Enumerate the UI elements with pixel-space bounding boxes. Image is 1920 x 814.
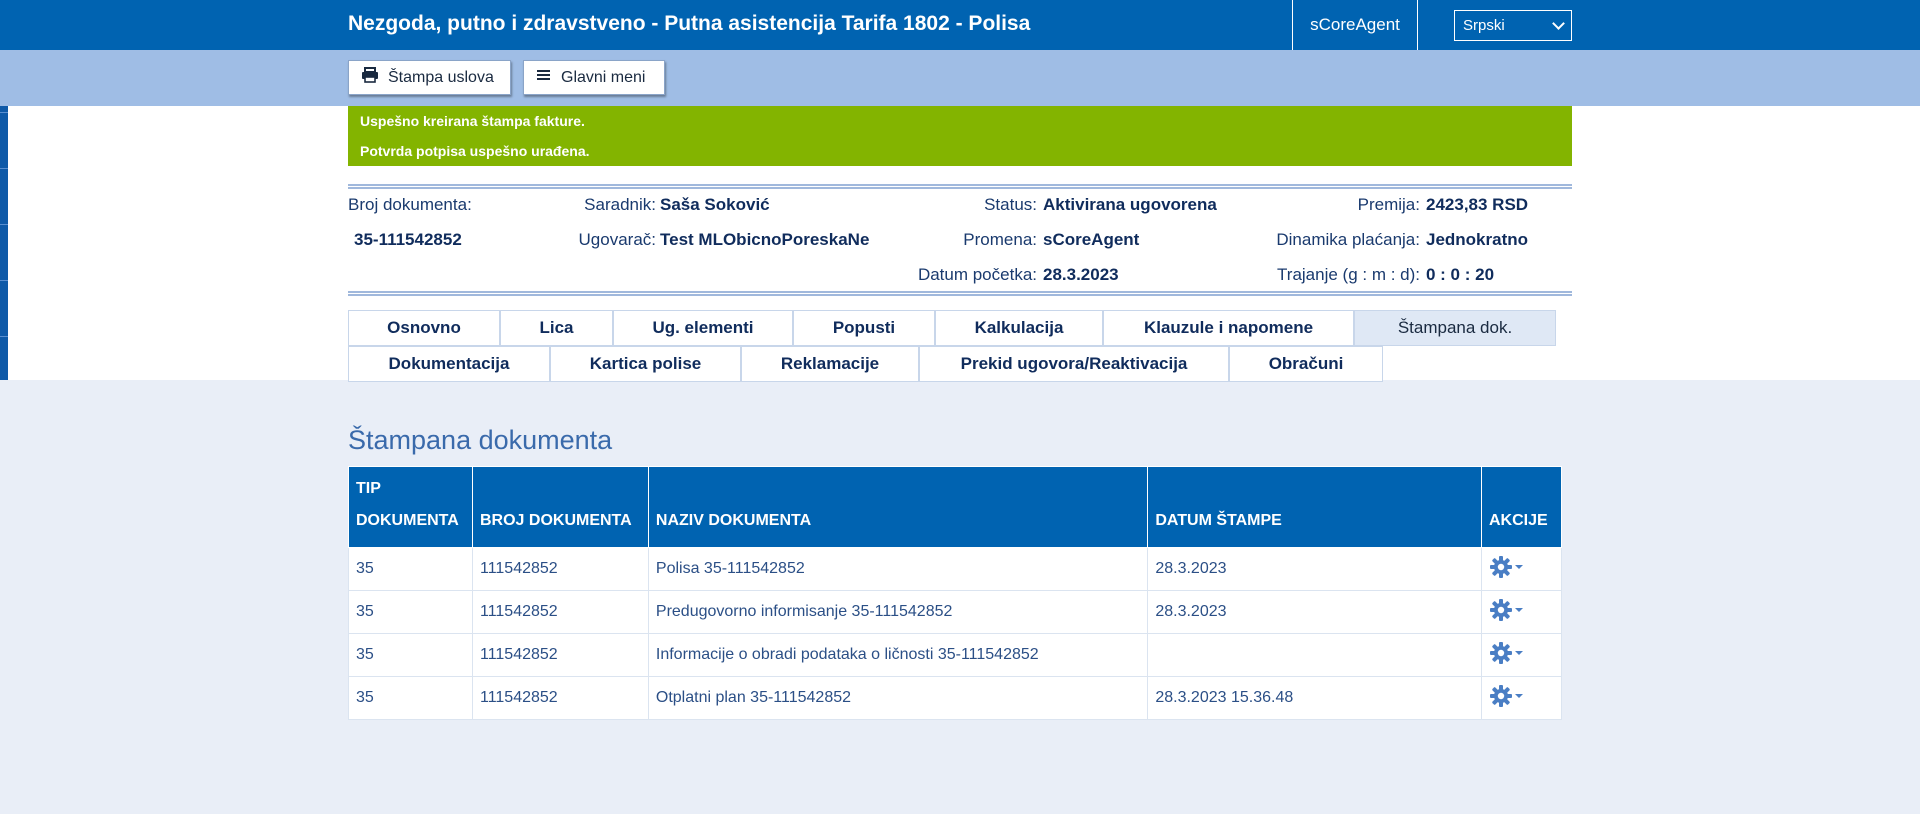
payment-value: Jednokratno (1426, 230, 1529, 249)
gear-icon[interactable] (1489, 684, 1525, 708)
tab-kalkulacija[interactable]: Kalkulacija (935, 310, 1103, 346)
duration-value: 0 : 0 : 20 (1426, 265, 1495, 284)
printer-icon (361, 67, 379, 88)
doc-number-cell: 111542852 (471, 633, 649, 677)
app-header: Nezgoda, putno i zdravstveno - Putna asi… (0, 0, 1920, 50)
table-row: 35 111542852 Informacije o obradi podata… (348, 633, 1563, 677)
language-select[interactable]: Srpski (1454, 10, 1572, 41)
tab-kartica-polise[interactable]: Kartica polise (550, 346, 741, 382)
tab-ug-elementi[interactable]: Ug. elementi (613, 310, 793, 346)
tab-obracuni[interactable]: Obračuni (1229, 346, 1383, 382)
toolbar: Štampa uslova Glavni meni (0, 50, 1920, 106)
section-title: Štampana dokumenta (348, 425, 613, 455)
print-date-cell: 28.3.2023 (1147, 547, 1482, 591)
language-value: Srpski (1463, 17, 1505, 34)
table-row: 35 111542852 Polisa 35-111542852 28.3.20… (348, 547, 1563, 591)
doc-number-value: 35-111542852 (354, 230, 462, 249)
doc-number-label: Broj dokumenta: (348, 195, 472, 214)
divider (348, 291, 1572, 296)
payment-label: Dinamika plaćanja: (1276, 230, 1420, 249)
printed-documents-table: TIP DOKUMENTA BROJ DOKUMENTA NAZIV DOKUM… (348, 466, 1563, 720)
contractor-value: Test MLObicnoPoreskaNe (660, 230, 870, 249)
premium-value: 2423,83 RSD (1426, 195, 1529, 214)
print-date-cell: 28.3.2023 15.36.48 (1147, 676, 1482, 720)
tab-prekid-ugovora[interactable]: Prekid ugovora/Reaktivacija (919, 346, 1229, 382)
doc-name-cell: Otplatni plan 35-111542852 (647, 676, 1149, 720)
duration-label: Trajanje (g : m : d): (1277, 265, 1420, 284)
column-header[interactable]: DATUM ŠTAMPE (1147, 466, 1482, 548)
print-date-cell: 28.3.2023 (1147, 590, 1482, 634)
menu-icon (536, 68, 552, 87)
tab-lica[interactable]: Lica (500, 310, 613, 346)
start-date-value: 28.3.2023 (1043, 265, 1119, 284)
tab-osnovno[interactable]: Osnovno (348, 310, 500, 346)
doc-type-cell: 35 (348, 633, 473, 677)
print-terms-label: Štampa uslova (388, 68, 494, 86)
gear-icon[interactable] (1489, 598, 1525, 622)
column-header[interactable]: NAZIV DOKUMENTA (647, 466, 1149, 548)
change-value: sCoreAgent (1043, 230, 1140, 249)
chevron-down-icon (1552, 17, 1565, 30)
doc-type-cell: 35 (348, 547, 473, 591)
column-header[interactable]: BROJ DOKUMENTA (471, 466, 649, 548)
change-label: Promena: (963, 230, 1037, 249)
notice-signature: Potvrda potpisa uspešno urađena. (360, 143, 590, 159)
tab-klauzule[interactable]: Klauzule i napomene (1103, 310, 1354, 346)
doc-number-cell: 111542852 (471, 590, 649, 634)
status-value: Aktivirana ugovorena (1043, 195, 1217, 214)
doc-type-cell: 35 (348, 676, 473, 720)
page-title: Nezgoda, putno i zdravstveno - Putna asi… (348, 12, 1031, 35)
main-menu-label: Glavni meni (561, 68, 646, 86)
print-date-cell (1147, 633, 1482, 677)
doc-name-cell: Polisa 35-111542852 (647, 547, 1149, 591)
tab-reklamacije[interactable]: Reklamacije (741, 346, 919, 382)
doc-number-cell: 111542852 (471, 676, 649, 720)
premium-label: Premija: (1357, 195, 1420, 214)
table-row: 35 111542852 Otplatni plan 35-111542852 … (348, 676, 1563, 720)
agent-menu[interactable]: sCoreAgent (1292, 0, 1418, 50)
doc-name-cell: Predugovorno informisanje 35-111542852 (647, 590, 1149, 634)
doc-name-cell: Informacije o obradi podataka o ličnosti… (647, 633, 1149, 677)
doc-number-cell: 111542852 (471, 547, 649, 591)
table-row: 35 111542852 Predugovorno informisanje 3… (348, 590, 1563, 634)
gear-icon[interactable] (1489, 555, 1525, 579)
tab-stampana-dok[interactable]: Štampana dok. (1354, 310, 1556, 346)
tab-popusti[interactable]: Popusti (793, 310, 935, 346)
contractor-label: Ugovarač: (578, 230, 656, 249)
column-header: AKCIJE (1480, 466, 1563, 548)
associate-value: Saša Soković (660, 195, 770, 214)
success-notice: Uspešno kreirana štampa fakture. Potvrda… (348, 106, 1572, 166)
main-menu-button[interactable]: Glavni meni (523, 60, 665, 95)
divider (348, 184, 1572, 189)
tab-dokumentacija[interactable]: Dokumentacija (348, 346, 550, 382)
gear-icon[interactable] (1489, 641, 1525, 665)
notice-invoice: Uspešno kreirana štampa fakture. (360, 113, 585, 129)
associate-label: Saradnik: (584, 195, 656, 214)
print-terms-button[interactable]: Štampa uslova (348, 60, 511, 95)
start-date-label: Datum početka: (917, 265, 1037, 284)
doc-type-cell: 35 (348, 590, 473, 634)
column-header[interactable]: TIP DOKUMENTA (348, 466, 473, 548)
status-label: Status: (984, 195, 1037, 214)
